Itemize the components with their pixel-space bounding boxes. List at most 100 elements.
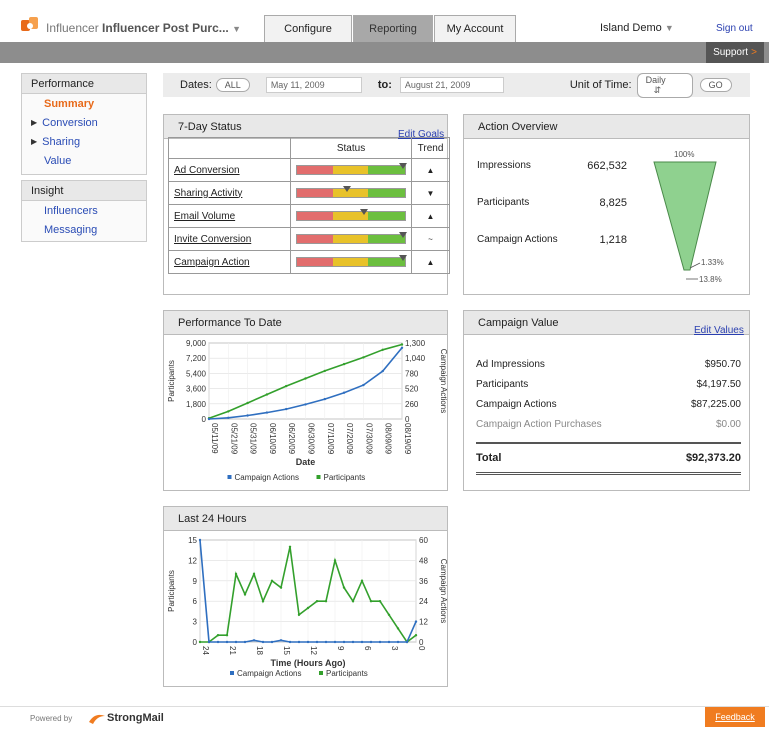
data-point — [225, 634, 229, 637]
data-point — [387, 640, 391, 644]
data-point — [270, 640, 274, 644]
x-tick-label: 07/10/09 — [326, 423, 335, 455]
status-row-label[interactable]: Sharing Activity — [167, 181, 292, 205]
data-point — [198, 640, 202, 644]
trend-icon: ▼ — [411, 181, 450, 205]
panel-title: Action Overview — [478, 120, 558, 133]
data-point — [279, 639, 283, 642]
edit-values-link[interactable]: Edit Values — [694, 325, 744, 336]
y-tick-label: 9 — [193, 577, 198, 586]
sidebar-item-label: Summary — [44, 97, 95, 110]
y2-tick-label: 520 — [405, 385, 419, 394]
data-point — [306, 606, 310, 610]
legend-swatch — [319, 671, 323, 675]
data-point — [405, 640, 409, 644]
status-gauge — [296, 232, 408, 244]
legend-swatch — [230, 671, 234, 675]
data-point — [246, 401, 249, 405]
sidebar-item-sharing[interactable]: ▶ Sharing — [22, 132, 146, 151]
y-axis-label: Participants — [167, 360, 176, 402]
sidebar-item-label: Value — [44, 154, 72, 167]
tab-configure[interactable]: Configure — [264, 15, 352, 42]
data-point — [227, 410, 230, 413]
go-button[interactable]: GO — [699, 78, 732, 92]
expand-arrow-icon: ▶ — [31, 118, 38, 127]
data-point — [315, 600, 319, 603]
status-cell — [290, 181, 413, 205]
y2-tick-label: 780 — [405, 369, 419, 378]
account-dropdown[interactable]: Island Demo ▼ — [600, 22, 674, 34]
data-point — [234, 640, 238, 644]
campaign-value-panel: Campaign Value Edit Values Ad Impression… — [463, 310, 750, 491]
data-point — [378, 640, 382, 644]
action-overview-title: Action Overview — [464, 115, 749, 139]
trend-icon: ▲ — [411, 250, 450, 274]
chevron-down-icon: ▼ — [232, 24, 242, 34]
action-overview-panel: Action Overview Impressions 662,532 Parti… — [463, 114, 750, 295]
status-cell — [290, 204, 413, 228]
gauge-segment — [332, 166, 369, 174]
x-tick-label: 05/11/09 — [210, 423, 219, 454]
trend-icon: ▲ — [411, 158, 450, 182]
table-row: Invite Conversion ~ — [167, 227, 450, 251]
support-button[interactable]: Support > — [706, 42, 764, 63]
app-name: Influencer — [46, 21, 99, 35]
status-row-label[interactable]: Campaign Action — [167, 250, 292, 274]
sidebar-performance: Performance Summary ▶ Conversion ▶ Sharing… — [21, 73, 147, 175]
start-date-input[interactable]: May 11, 2009 — [265, 77, 362, 93]
x-tick-label: 05/31/09 — [249, 423, 258, 455]
data-point — [252, 572, 256, 576]
sidebar-item-value[interactable]: Value — [22, 151, 146, 170]
gauge-segment — [297, 166, 333, 174]
data-point — [279, 586, 283, 589]
tab-label: My Account — [446, 23, 504, 35]
data-point — [234, 572, 238, 576]
data-point — [288, 640, 292, 644]
cv-total-label: Total — [476, 452, 502, 464]
data-point — [285, 407, 288, 411]
cv-label: Ad Impressions — [476, 358, 545, 370]
trend-icon: ~ — [411, 227, 450, 251]
tab-reporting[interactable]: Reporting — [353, 15, 433, 42]
data-point — [400, 343, 404, 346]
data-point — [252, 639, 256, 642]
feedback-button[interactable]: Feedback — [705, 707, 765, 727]
sidebar-item-summary[interactable]: Summary — [22, 94, 146, 113]
tab-my-account[interactable]: My Account — [434, 15, 516, 42]
status-table: Status Trend Ad Conversion ▲ Sharing Activi… — [167, 137, 450, 274]
cv-value: $4,197.50 — [696, 378, 742, 390]
sign-out-link[interactable]: Sign out — [716, 23, 753, 34]
sidebar-item-messaging[interactable]: Messaging — [22, 220, 146, 239]
status-row-label[interactable]: Invite Conversion — [167, 227, 292, 251]
gauge-segment — [332, 235, 369, 243]
sidebar-item-influencers[interactable]: Influencers — [22, 201, 146, 220]
data-point — [351, 640, 355, 644]
gauge-marker-icon — [342, 186, 351, 192]
data-point — [261, 600, 265, 603]
panel-title: 7-Day Status — [178, 120, 242, 133]
unit-of-time-select[interactable]: Daily ⇵ — [636, 72, 693, 98]
status-row-label[interactable]: Ad Conversion — [167, 158, 292, 182]
column-header-status: Status — [290, 137, 413, 159]
data-point — [306, 640, 310, 644]
x-tick-label: 9 — [336, 646, 345, 651]
table-row: Sharing Activity ▼ — [167, 181, 450, 205]
data-point — [198, 538, 202, 542]
all-dates-button[interactable]: ALL — [215, 78, 250, 92]
end-date-input[interactable]: August 21, 2009 — [399, 77, 504, 93]
sidebar-item-conversion[interactable]: ▶ Conversion — [22, 113, 146, 132]
y-tick-label: 0 — [193, 638, 198, 647]
ao-label: Participants — [477, 197, 530, 208]
data-point — [378, 600, 382, 603]
campaign-title-dropdown[interactable]: Influencer Influencer Post Purc... ▼ — [46, 21, 241, 35]
status-row-label[interactable]: Email Volume — [167, 204, 292, 228]
data-point — [207, 640, 211, 644]
cv-value: $950.70 — [704, 358, 741, 370]
ao-value: 662,532 — [587, 160, 627, 172]
data-point — [333, 640, 337, 644]
data-point — [297, 640, 301, 644]
gauge-segment — [332, 258, 369, 266]
powered-by-label: Powered by — [30, 714, 73, 723]
gauge-marker-icon — [360, 209, 369, 215]
x-tick-label: 24 — [201, 646, 210, 655]
